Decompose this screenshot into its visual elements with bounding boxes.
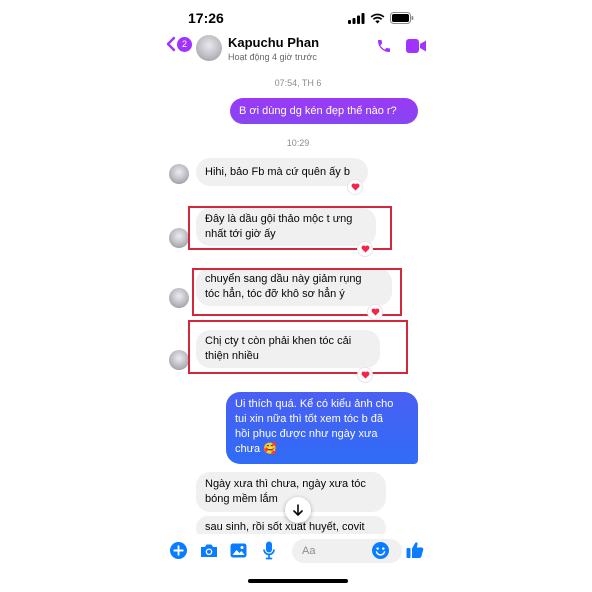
timestamp: 10:29 <box>286 138 310 148</box>
home-indicator <box>248 579 348 583</box>
chevron-left-icon <box>166 36 176 52</box>
battery-icon <box>390 12 414 24</box>
back-button[interactable]: 2 <box>166 36 192 52</box>
contact-avatar[interactable] <box>196 35 222 61</box>
heart-reaction[interactable] <box>348 180 362 194</box>
camera-icon[interactable] <box>200 543 218 558</box>
signal-icon <box>348 12 365 24</box>
message-text-line: chưa 🥰 <box>235 443 277 455</box>
contact-status: Hoạt động 4 giờ trước <box>228 52 317 62</box>
wifi-icon <box>370 13 385 23</box>
message-text: sau sinh, rồi sốt xuất huyết, covit <box>205 521 365 533</box>
conversation-header: 2 Kapuchu Phan Hoạt động 4 giờ trước <box>160 30 436 70</box>
emoji-icon[interactable] <box>372 542 389 559</box>
contact-name[interactable]: Kapuchu Phan <box>228 35 319 50</box>
status-bar: 17:26 <box>160 0 436 32</box>
outgoing-message[interactable]: Ui thích quá. Kể có kiểu ảnh cho tui xin… <box>226 392 418 464</box>
plus-icon[interactable] <box>170 542 187 559</box>
outgoing-message[interactable]: B ơi dùng dg kén đẹp thế nào r? <box>230 98 418 124</box>
sender-avatar <box>169 228 189 248</box>
timestamp: 07:54, TH 6 <box>274 78 322 88</box>
sender-avatar <box>169 350 189 370</box>
heart-icon <box>361 371 369 379</box>
heart-icon <box>351 183 359 191</box>
video-camera-icon[interactable] <box>406 39 426 53</box>
image-icon[interactable] <box>230 543 247 558</box>
status-time: 17:26 <box>188 10 224 26</box>
message-text-line: Ngày xưa thì chưa, ngày xưa tóc <box>205 478 366 490</box>
message-text-line: hồi phục được như ngày xưa <box>235 428 378 440</box>
heart-icon <box>361 245 369 253</box>
red-highlight-box <box>188 320 408 374</box>
thumbs-up-icon[interactable] <box>406 541 424 559</box>
microphone-icon[interactable] <box>263 541 275 560</box>
incoming-message[interactable]: Hihi, bảo Fb mà cứ quên ấy b <box>196 158 368 186</box>
heart-reaction[interactable] <box>368 305 382 319</box>
message-composer <box>160 534 436 568</box>
scroll-to-bottom-button[interactable] <box>285 497 311 523</box>
heart-reaction[interactable] <box>358 368 372 382</box>
messenger-screen: 17:26 2 Kapuchu Phan Hoạt động 4 giờ trư… <box>160 0 436 592</box>
sender-avatar <box>169 164 189 184</box>
sender-avatar <box>169 288 189 308</box>
phone-icon[interactable] <box>376 38 392 54</box>
message-text-line: tui xin nữa thì tốt xem tóc b đã <box>235 413 383 425</box>
message-text: B ơi dùng dg kén đẹp thế nào r? <box>239 105 397 117</box>
heart-reaction[interactable] <box>358 242 372 256</box>
arrow-down-icon <box>293 504 303 516</box>
heart-icon <box>371 308 379 316</box>
message-text: Hihi, bảo Fb mà cứ quên ấy b <box>205 166 350 178</box>
status-icons <box>348 12 414 24</box>
unread-badge: 2 <box>177 36 192 52</box>
message-text-line: Ui thích quá. Kể có kiểu ảnh cho <box>235 398 394 410</box>
